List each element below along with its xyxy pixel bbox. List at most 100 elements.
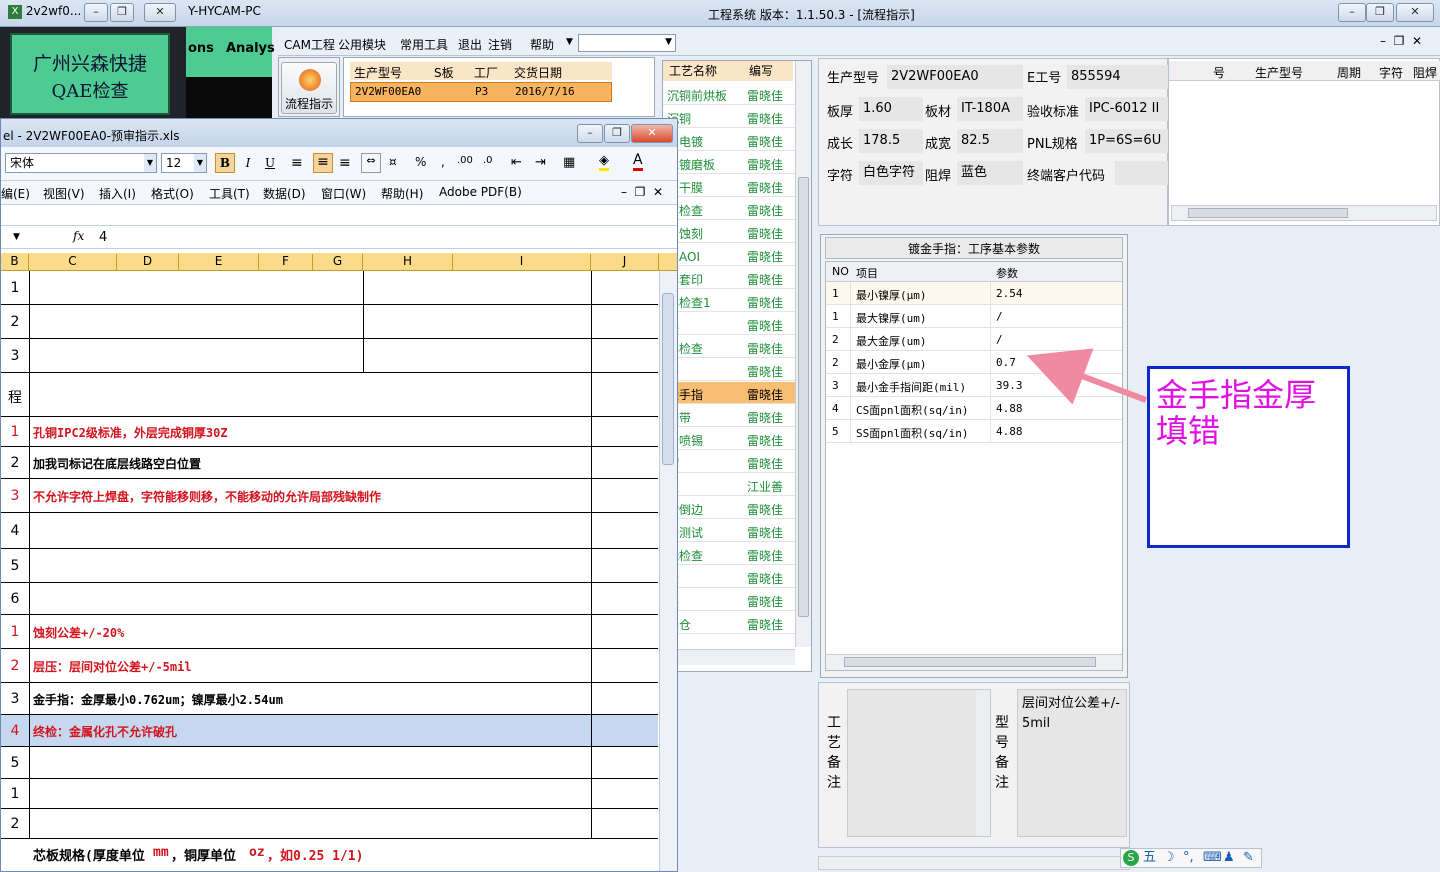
table-row[interactable]: 2 最小金厚(μm) 0.7 xyxy=(826,351,1122,374)
mdi-controls[interactable]: – ❐ ✕ xyxy=(1380,34,1422,48)
formula-value[interactable]: 4 xyxy=(99,230,107,245)
app-restore-icon[interactable]: ❐ xyxy=(1366,3,1394,22)
excel-menu-item[interactable]: 视图(V) xyxy=(43,185,85,202)
fill-color-icon[interactable]: ◈ xyxy=(599,153,609,171)
table-row[interactable]: 1 孔铜IPC2级标准，外层完成铜厚30Z xyxy=(1,417,658,447)
material-field[interactable]: IT-180A xyxy=(957,97,1023,121)
table-row[interactable]: 3 金手指：金厚最小0.762um；镍厚最小2.54um xyxy=(1,683,658,715)
font-size-select[interactable]: 12 ▼ xyxy=(161,153,207,173)
excel-restore-icon[interactable]: ❐ xyxy=(604,124,630,143)
list-item[interactable]: 片干膜 雷晓佳 xyxy=(663,175,795,197)
column-header[interactable]: G xyxy=(313,254,363,271)
ime-item-icon[interactable]: ⌨ xyxy=(1203,849,1222,867)
pnl-field[interactable]: 1P=6S=6U xyxy=(1085,129,1171,153)
mask-field[interactable]: 蓝色 xyxy=(957,161,1023,185)
column-header[interactable]: I xyxy=(453,254,591,271)
column-header[interactable]: E xyxy=(179,254,259,271)
wid-field[interactable]: 82.5 xyxy=(957,129,1023,153)
borders-icon[interactable]: ▦ xyxy=(563,155,575,170)
underline-icon[interactable]: U xyxy=(261,153,279,173)
menu-item[interactable]: CAM工程 xyxy=(284,36,335,53)
ime-item-icon[interactable]: ✎ xyxy=(1243,849,1254,867)
menu-ons[interactable]: ons xyxy=(188,41,214,56)
remarks-hscroll[interactable] xyxy=(818,856,1130,870)
bold-icon[interactable]: B xyxy=(215,153,235,173)
cust-field[interactable] xyxy=(1115,161,1171,185)
menu-item[interactable]: 注销 xyxy=(488,36,512,53)
excel-menu-item[interactable]: 数据(D) xyxy=(263,185,306,202)
app-minimize-icon[interactable]: – xyxy=(1338,3,1366,22)
char-field[interactable]: 白色字符 xyxy=(859,161,923,185)
font-color-icon[interactable]: A xyxy=(633,152,643,171)
ime-item-icon[interactable]: °, xyxy=(1183,849,1194,867)
menu-item[interactable]: 常用工具 xyxy=(400,36,448,53)
column-header[interactable]: H xyxy=(363,254,453,271)
table-row[interactable]: 1 最大镍厚(um) / xyxy=(826,305,1122,328)
len-field[interactable]: 178.5 xyxy=(859,129,923,153)
list-item[interactable]: 能检查 雷晓佳 xyxy=(663,543,795,565)
comma-icon[interactable]: , xyxy=(441,155,445,169)
table-row[interactable]: 4 xyxy=(1,513,658,549)
excel-menu-item[interactable]: 编(E) xyxy=(1,185,30,202)
excel-menu-item[interactable]: 帮助(H) xyxy=(381,185,423,202)
align-center-icon[interactable]: ≡ xyxy=(313,153,333,173)
menu-more-chevron-icon[interactable]: ▼ xyxy=(566,37,573,47)
table-row[interactable]: 2 xyxy=(1,809,658,839)
align-left-icon[interactable]: ≡ xyxy=(291,155,307,171)
list-item[interactable]: 电镀磨板 雷晓佳 xyxy=(663,152,795,174)
table-row[interactable]: 4 CS面pnl面积(sq/in) 4.88 xyxy=(826,397,1122,420)
excel-menu-item[interactable]: 插入(I) xyxy=(99,185,136,202)
decrease-decimal-icon[interactable]: .0 xyxy=(483,155,493,166)
list-item[interactable]: 装雷晓佳 xyxy=(663,589,795,611)
table-row[interactable]: 6 xyxy=(1,583,658,615)
list-item[interactable]: 焊套印 雷晓佳 xyxy=(663,267,795,289)
excel-menu-item[interactable]: 工具(T) xyxy=(209,185,250,202)
list-item[interactable]: 沉铜 雷晓佳 xyxy=(663,106,795,128)
ime-item-icon[interactable]: ♟ xyxy=(1223,849,1235,867)
ime-item-icon[interactable]: ☽ xyxy=(1163,849,1175,867)
excel-menu-item[interactable]: 格式(O) xyxy=(151,185,194,202)
merge-icon[interactable]: ⇔ xyxy=(361,153,381,173)
table-row[interactable]: 2 xyxy=(1,305,658,339)
list-item[interactable]: 沉铜前烘板 雷晓佳 xyxy=(663,83,795,105)
toolbar-combo[interactable]: ▼ xyxy=(578,34,676,52)
taskbar-tab-excel[interactable]: X 2v2wf0... xyxy=(8,4,90,22)
list-item[interactable]: 焊检查1 雷晓佳 xyxy=(663,290,795,312)
column-header[interactable]: F xyxy=(259,254,313,271)
excel-doc-controls[interactable]: – ❐ ✕ xyxy=(621,185,663,199)
minimize-icon[interactable]: – xyxy=(84,3,108,22)
list-item[interactable]: 指倒边 雷晓佳 xyxy=(663,497,795,519)
list-item[interactable]: 品仓 雷晓佳 xyxy=(663,612,795,634)
italic-icon[interactable]: I xyxy=(239,153,257,173)
app-close-icon[interactable]: ✕ xyxy=(1396,3,1434,22)
list-item[interactable]: 焊检查 雷晓佳 xyxy=(663,336,795,358)
taskbar-tab-hycam[interactable]: Y-HYCAM-PC xyxy=(188,4,272,18)
currency-icon[interactable]: ¤ xyxy=(389,155,407,169)
process-hscroll[interactable] xyxy=(663,649,795,665)
list-item[interactable]: 片电镀 雷晓佳 xyxy=(663,129,795,151)
table-row[interactable]: 3 最小金手指间距(mil) 39.3 xyxy=(826,374,1122,397)
column-header[interactable]: J xyxy=(591,254,659,271)
table-row[interactable]: 3 不允许字符上焊盘，字符能移则移，不能移动的允许局部残缺制作 xyxy=(1,479,658,513)
name-box[interactable]: ▼ xyxy=(1,228,61,246)
indent-icon[interactable]: ⇥ xyxy=(535,155,546,170)
sheet-scroll-thumb[interactable] xyxy=(662,293,674,465)
list-item[interactable]: 膜检查 雷晓佳 xyxy=(663,198,795,220)
list-item[interactable]: 检雷晓佳 xyxy=(663,566,795,588)
close-icon[interactable]: ✕ xyxy=(144,3,176,22)
outdent-icon[interactable]: ⇤ xyxy=(511,155,522,170)
list-item[interactable]: 层AOI 雷晓佳 xyxy=(663,244,795,266)
excel-minimize-icon[interactable]: – xyxy=(577,124,603,143)
table-row[interactable]: 4 终检：金属化孔不允许破孔 xyxy=(1,715,658,747)
table-row[interactable]: 5 xyxy=(1,747,658,779)
menu-analysis[interactable]: Analys xyxy=(226,41,275,56)
restore-icon[interactable]: ❐ xyxy=(110,3,134,22)
remark-scrollbar[interactable] xyxy=(976,690,990,836)
sheet-vscroll[interactable] xyxy=(659,271,677,871)
flow-button[interactable]: 流程指示 xyxy=(281,62,337,114)
table-row[interactable]: 2V2WF00EA0 P3 2016/7/16 xyxy=(350,82,612,102)
list-item[interactable]: 符雷晓佳 xyxy=(663,359,795,381)
thick-field[interactable]: 1.60 xyxy=(859,97,923,121)
excel-menu-item[interactable]: Adobe PDF(B) xyxy=(439,185,522,199)
font-select[interactable]: 宋体 ▼ xyxy=(5,153,157,173)
